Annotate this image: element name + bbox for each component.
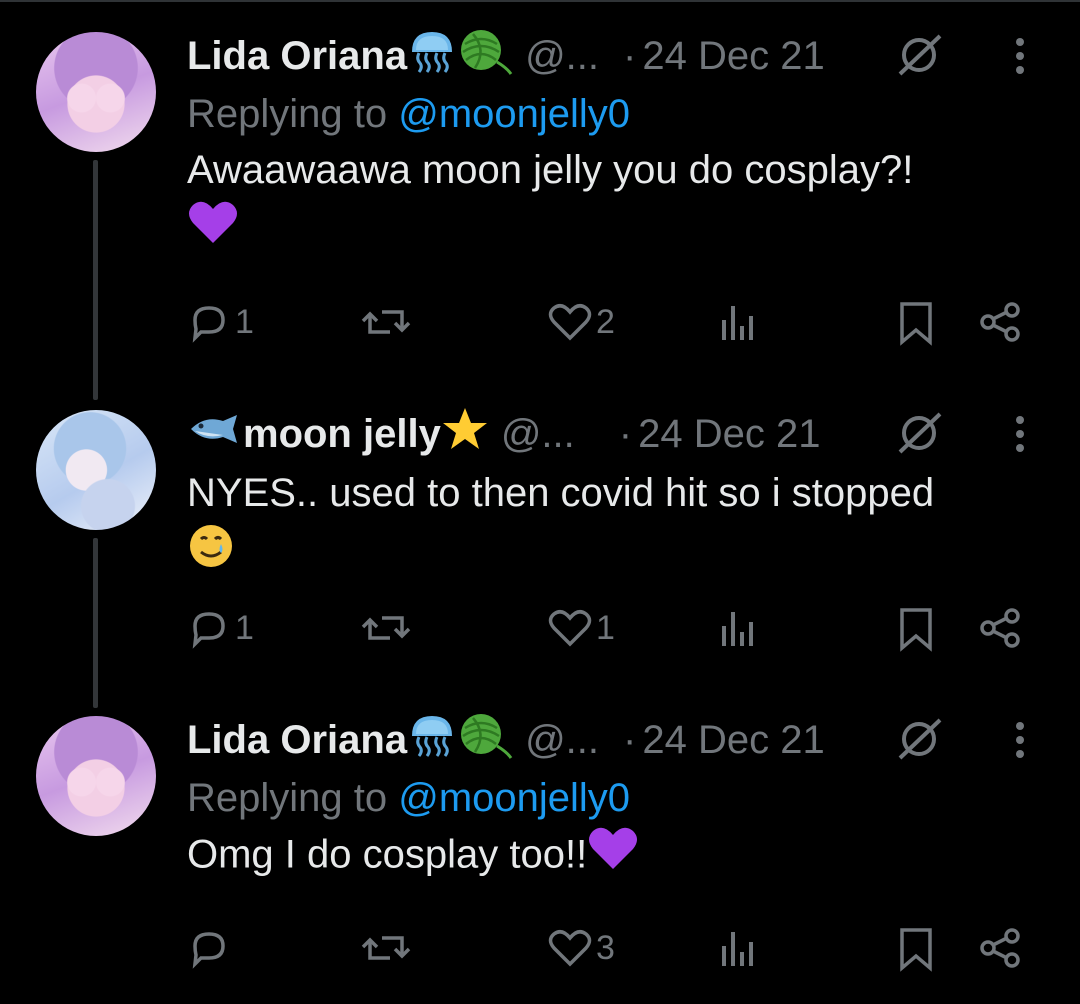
reply-button[interactable]: [187, 926, 235, 970]
retweet-icon: [361, 310, 411, 334]
heart-icon: [548, 930, 592, 967]
retweet-button[interactable]: [360, 606, 416, 650]
smiling-face-with-tear-emoji-icon: [187, 522, 235, 586]
tweet-text: Omg I do cosplay too!!: [187, 825, 1040, 889]
tweet-actions: 3: [0, 926, 1040, 978]
display-name[interactable]: moon jelly: [243, 412, 441, 457]
handle[interactable]: @...: [525, 34, 599, 79]
tweet-text-content: Awaawaawa moon jelly you do cosplay?!: [187, 148, 914, 192]
bookmark-button[interactable]: [896, 606, 936, 652]
timestamp[interactable]: 24 Dec 21: [642, 34, 824, 79]
display-name[interactable]: Lida Oriana: [187, 34, 407, 79]
grok-icon[interactable]: [894, 30, 944, 80]
share-button[interactable]: [978, 926, 1022, 970]
tweet-text: NYES.. used to then covid hit so i stopp…: [187, 464, 1040, 586]
analytics-icon: [722, 306, 753, 340]
retweet-button[interactable]: [360, 300, 416, 344]
share-icon: [980, 302, 1020, 342]
purple-heart-emoji-icon: [187, 199, 239, 263]
avatar[interactable]: [36, 716, 156, 836]
separator-dot: ·: [623, 717, 637, 762]
tweet-actions: 1 2: [0, 300, 1040, 352]
heart-icon: [548, 304, 592, 341]
share-button[interactable]: [978, 300, 1022, 344]
like-count: 3: [596, 928, 615, 967]
timestamp[interactable]: 24 Dec 21: [638, 412, 820, 457]
tweet[interactable]: moon jelly @... · 24 Dec 21 NYES.. used …: [0, 390, 1080, 708]
share-button[interactable]: [978, 606, 1022, 650]
tweet-text-content: NYES.. used to then covid hit so i stopp…: [187, 471, 935, 515]
like-button[interactable]: 3: [548, 926, 615, 970]
jellyfish-emoji-icon: [407, 26, 457, 86]
bookmark-icon: [900, 302, 932, 346]
grok-icon[interactable]: [894, 408, 944, 458]
tweet-text: Awaawaawa moon jelly you do cosplay?!: [187, 141, 1040, 263]
reply-icon: [192, 932, 225, 969]
reply-count: 1: [235, 302, 254, 341]
purple-heart-emoji-icon: [587, 825, 639, 889]
yarn-emoji-icon: [457, 26, 513, 86]
handle[interactable]: @...: [501, 412, 575, 457]
like-count: 1: [596, 608, 615, 647]
bookmark-button[interactable]: [896, 926, 936, 972]
retweet-icon: [361, 616, 411, 640]
tweet[interactable]: Lida Oriana @... · 24 Dec 21 Replying to…: [0, 690, 1080, 1004]
replying-prefix: Replying to: [187, 776, 399, 820]
separator-dot: ·: [623, 33, 637, 78]
more-options-icon[interactable]: [1008, 720, 1032, 764]
share-icon: [980, 928, 1020, 968]
heart-icon: [548, 610, 592, 647]
replying-prefix: Replying to: [187, 92, 399, 136]
reply-icon: [192, 612, 225, 649]
retweet-icon: [361, 936, 411, 960]
replying-to-line: Replying to @moonjelly0: [187, 776, 1040, 821]
fish-emoji-icon: [187, 409, 243, 459]
tweet[interactable]: Lida Oriana @... · 24 Dec 21 Replying to…: [0, 0, 1080, 400]
tweet-text-content: Omg I do cosplay too!!: [187, 832, 588, 877]
handle[interactable]: @...: [525, 718, 599, 763]
reply-icon: [192, 306, 225, 343]
reply-button[interactable]: 1: [187, 300, 254, 344]
reply-count: 1: [235, 608, 254, 647]
share-icon: [980, 608, 1020, 648]
reply-button[interactable]: 1: [187, 606, 254, 650]
more-options-icon[interactable]: [1008, 414, 1032, 458]
thread-line: [93, 160, 98, 400]
more-options-icon[interactable]: [1008, 36, 1032, 80]
mention-link[interactable]: @moonjelly0: [398, 92, 630, 136]
bookmark-icon: [900, 608, 932, 652]
analytics-icon: [722, 932, 753, 966]
timestamp[interactable]: 24 Dec 21: [642, 718, 824, 763]
jellyfish-emoji-icon: [407, 710, 457, 770]
yarn-emoji-icon: [457, 710, 513, 770]
star-emoji-icon: [441, 406, 489, 462]
tweet-actions: 1 1: [0, 606, 1040, 658]
retweet-button[interactable]: [360, 926, 416, 970]
views-button[interactable]: [718, 606, 758, 650]
replying-to-line: Replying to @moonjelly0: [187, 92, 1040, 137]
separator-dot: ·: [618, 411, 633, 456]
views-button[interactable]: [718, 300, 758, 344]
avatar[interactable]: [36, 410, 156, 530]
bookmark-icon: [900, 928, 932, 972]
like-button[interactable]: 1: [548, 606, 615, 650]
views-button[interactable]: [718, 926, 758, 970]
grok-icon[interactable]: [894, 714, 944, 764]
analytics-icon: [722, 612, 753, 646]
bookmark-button[interactable]: [896, 300, 936, 346]
like-button[interactable]: 2: [548, 300, 615, 344]
like-count: 2: [596, 302, 615, 341]
avatar[interactable]: [36, 32, 156, 152]
display-name[interactable]: Lida Oriana: [187, 718, 407, 763]
mention-link[interactable]: @moonjelly0: [398, 776, 630, 820]
